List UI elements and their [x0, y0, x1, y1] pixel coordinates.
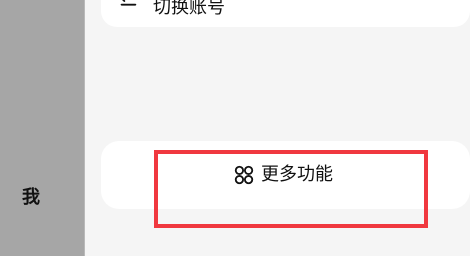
- left-sidebar: [0, 0, 84, 256]
- swap-icon: [120, 0, 137, 6]
- page: 我 切换账号 更多功能: [0, 0, 470, 256]
- me-tab-label[interactable]: 我: [22, 183, 40, 209]
- more-functions-button[interactable]: 更多功能: [233, 164, 333, 186]
- sidebar-divider: [84, 0, 85, 256]
- grid-four-circles-icon: [234, 165, 254, 185]
- switch-account-label: 切换账号: [153, 0, 225, 18]
- switch-account-card[interactable]: 切换账号: [101, 0, 470, 27]
- more-functions-label: 更多功能: [261, 164, 333, 185]
